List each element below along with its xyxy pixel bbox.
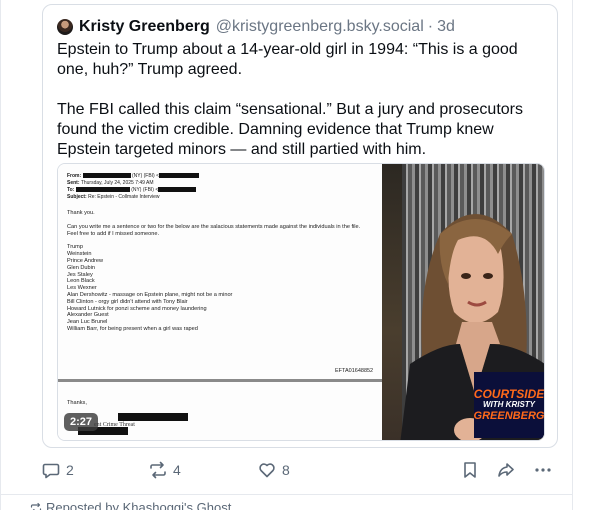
more-icon [535,468,551,472]
video-duration-badge: 2:27 [64,413,98,431]
author-handle[interactable]: @kristygreenberg.bsky.social [216,18,424,36]
bookmark-icon [464,462,476,478]
email-subject-value: Re: Epstein - Collmate Interview [88,194,160,200]
email-from-value: (NY) (FBI) < [131,173,160,179]
logo-line-3: GREENBERG [473,410,545,422]
document-code: EFTA01648852 [335,368,374,374]
logo-line-2: WITH KRISTY [483,400,535,409]
repost-indicator[interactable]: Reposted by Khashoggi's Ghost [30,500,231,510]
post-timestamp[interactable]: 3d [437,18,455,36]
email-from-label: From: [67,173,82,179]
email-subject-label: Subject: [67,194,87,200]
redaction-bar [118,413,188,421]
video-presenter-frame: COURTSIDE WITH KRISTY GREENBERG [382,164,544,440]
email-name-item: Bill Clinton - orgy girl didn't attend w… [67,298,188,305]
post-paragraph: Epstein to Trump about a 14-year-old gir… [57,41,518,78]
email-name-item: Jean Luc Brunel [67,319,108,326]
email-name-item: Trump [67,244,83,251]
reply-icon [42,463,60,479]
post-paragraph: The FBI called this claim “sensational.”… [57,101,523,158]
author-avatar[interactable] [57,19,73,35]
post-divider [0,494,573,495]
email-name-item: Alan Dershowitz - massage on Epstein pla… [67,291,233,298]
redaction-bar [75,187,130,193]
email-closing: Thanks, [67,400,87,406]
bookmark-button[interactable] [462,458,478,482]
like-button[interactable]: 8 [258,458,290,482]
email-sent-label: Sent: [67,180,80,186]
more-options-button[interactable] [534,458,552,482]
repost-small-icon [30,502,42,510]
redaction-bar [158,187,197,193]
quoted-post-header: Kristy Greenberg @kristygreenberg.bsky.s… [57,17,455,37]
feed-left-border [0,0,1,510]
email-to-label: To: [67,187,75,193]
header-separator: · [427,18,434,35]
feed-right-border [572,0,573,510]
repost-button[interactable]: 4 [149,458,181,482]
email-name-item: Howard Lutnick for ponzi scheme and mone… [67,305,207,312]
video-embed[interactable]: From: (NY) (FBI) < Sent: Thursday, July … [57,163,545,441]
email-header: From: (NY) (FBI) < Sent: Thursday, July … [67,173,200,201]
email-sent-value: Thursday, July 24, 2025 7:49 AM [80,180,154,186]
email-name-item: Prince Andrew [67,257,104,264]
email-name-item: Alexander Guest [67,312,109,319]
email-request: Can you write me a sentence or two for t… [67,223,361,237]
logo-line-1: COURTSIDE [473,387,545,401]
email-name-item: William Barr, for being present when a g… [67,325,198,332]
repost-count: 4 [173,462,181,478]
repost-text: Reposted by Khashoggi's Ghost [46,500,232,510]
email-name-item: Jes Staley [67,271,93,278]
reply-count: 2 [66,462,74,478]
redaction-bar [82,173,131,179]
reply-button[interactable]: 2 [42,458,74,482]
show-logo: COURTSIDE WITH KRISTY GREENBERG [474,372,544,438]
post-text: Epstein to Trump about a 14-year-old gir… [57,40,547,160]
email-greeting: Thank you. [67,210,95,216]
email-name-list: Trump Weinstein Prince Andrew Glen Dubin… [67,244,367,332]
email-name-item: Glen Dubin [67,264,95,271]
quoted-post-card[interactable]: Kristy Greenberg @kristygreenberg.bsky.s… [42,4,558,448]
post-action-bar: 2 4 8 [42,458,562,482]
email-name-item: Weinstein [67,251,92,258]
background-wall [382,164,402,440]
email-name-item: Les Wexner [67,285,97,292]
heart-icon [259,463,275,478]
document-separator [58,379,382,382]
author-name[interactable]: Kristy Greenberg [79,18,210,36]
like-count: 8 [282,462,290,478]
email-body: Thank you. Can you write me a sentence o… [67,210,367,333]
share-icon [498,463,514,477]
email-document-image: From: (NY) (FBI) < Sent: Thursday, July … [58,164,382,440]
email-name-item: Leon Black [67,278,95,285]
repost-icon [150,461,166,479]
share-button[interactable] [497,458,515,482]
email-to-value: (NY) (FBI) < [131,187,159,193]
redaction-bar [159,173,200,179]
